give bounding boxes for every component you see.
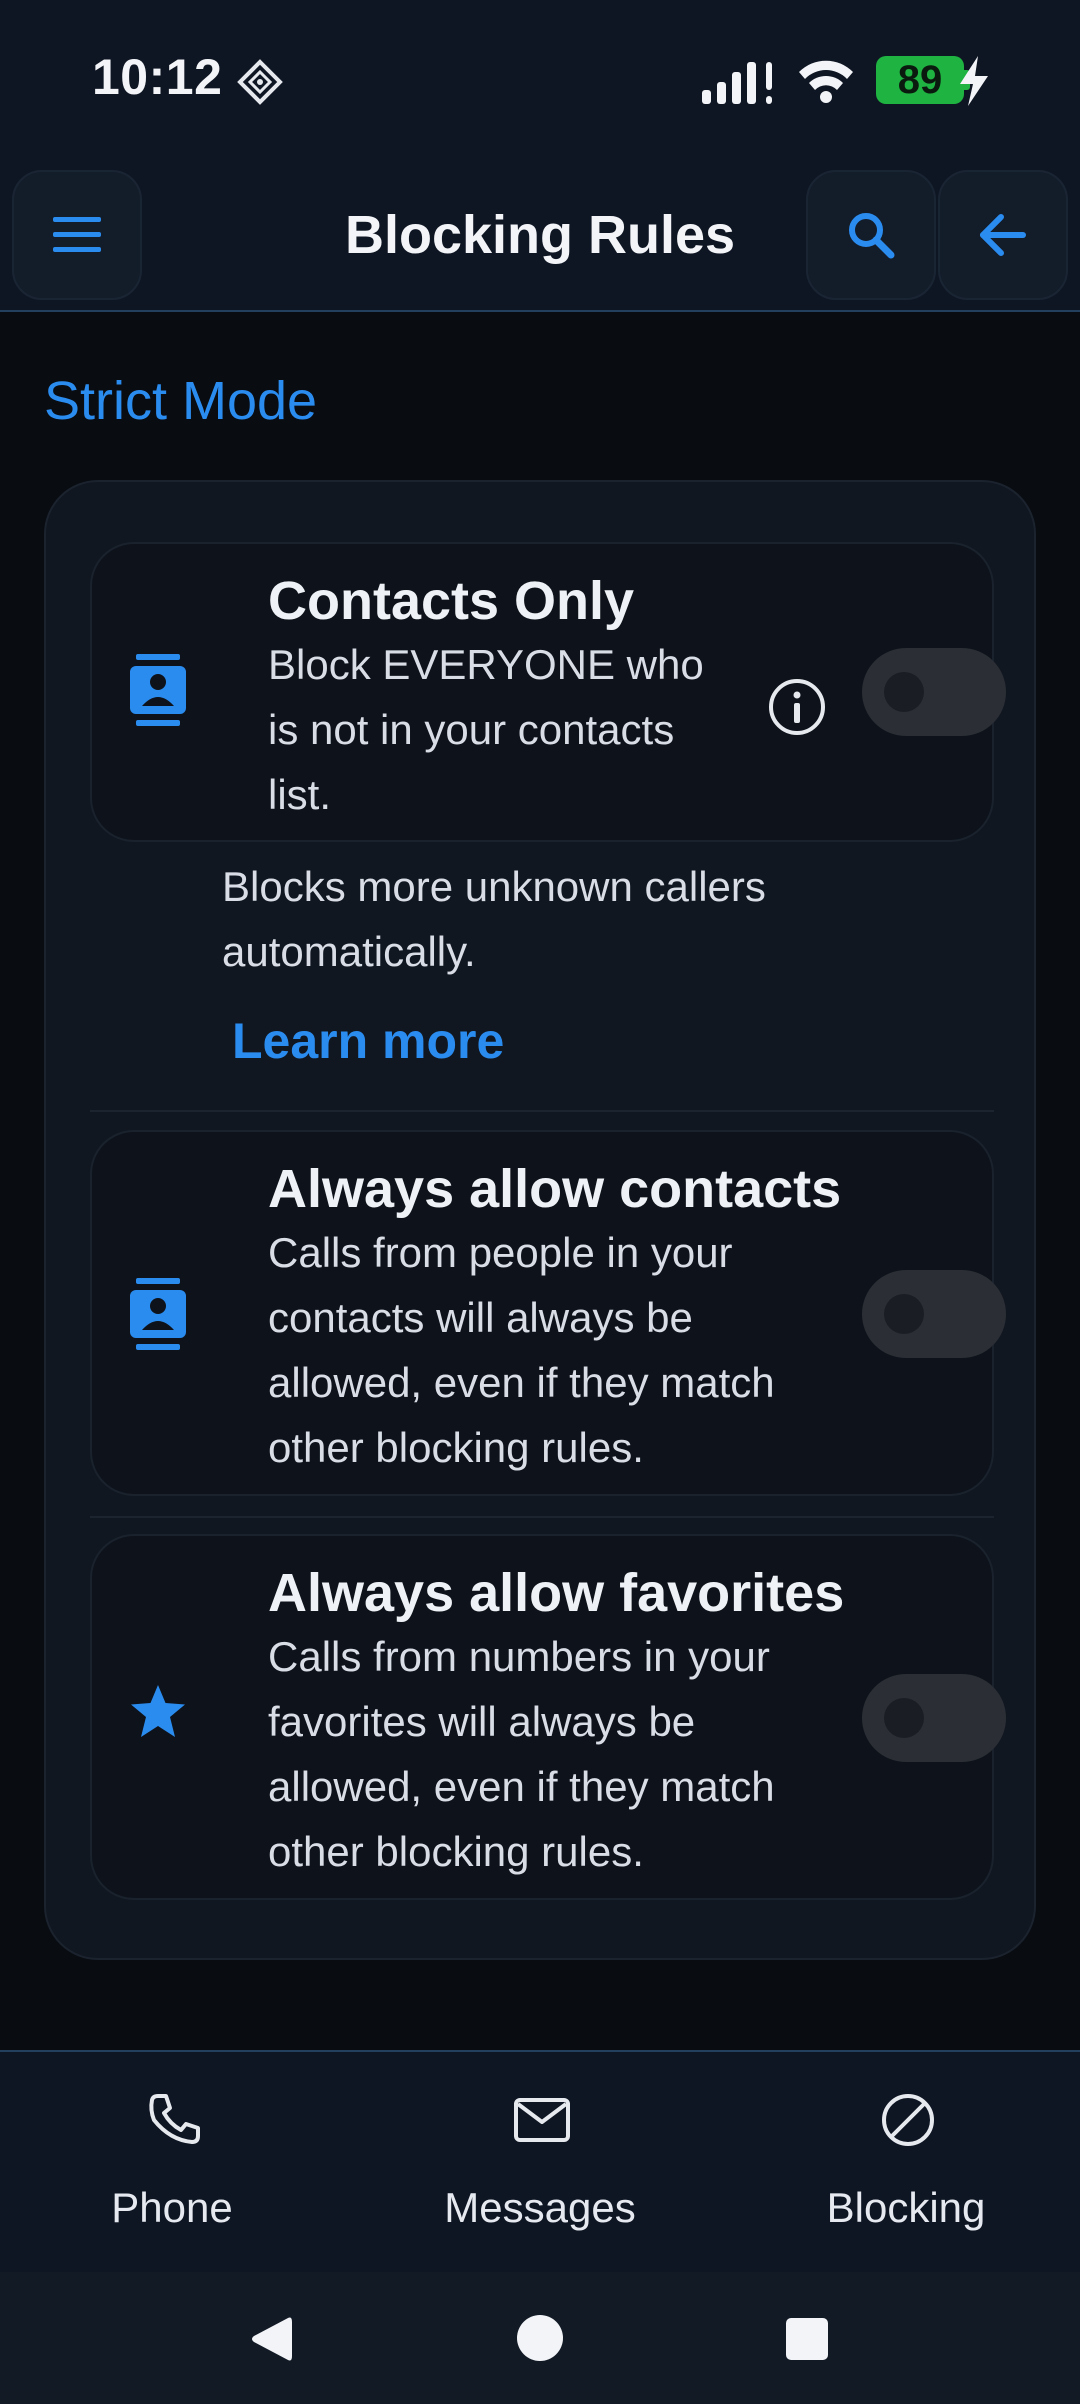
system-navigation-bar bbox=[0, 2272, 1080, 2404]
contacts-only-toggle[interactable] bbox=[862, 648, 1006, 736]
contacts-only-extra: Blocks more unknown callers automaticall… bbox=[222, 863, 766, 975]
phone-icon bbox=[149, 2094, 200, 2144]
divider bbox=[90, 1516, 994, 1518]
rule-title: Always allow contacts bbox=[268, 1159, 842, 1219]
arrow-back-icon bbox=[980, 214, 1026, 256]
status-time: 10:12 bbox=[92, 49, 223, 105]
contact-card-icon bbox=[130, 654, 186, 726]
battery-indicator: 89 bbox=[876, 56, 964, 104]
recents-nav-icon[interactable] bbox=[786, 2318, 828, 2360]
nav-phone[interactable]: Phone bbox=[22, 2052, 322, 2274]
contact-card-icon bbox=[130, 1278, 186, 1350]
learn-more-link[interactable]: Learn more bbox=[232, 1012, 504, 1070]
rule-description: Calls from people in your contacts will … bbox=[268, 1229, 775, 1471]
charging-bolt-icon bbox=[960, 56, 988, 106]
rule-title: Contacts Only bbox=[268, 571, 635, 631]
always-allow-favorites-toggle[interactable] bbox=[862, 1674, 1006, 1762]
star-icon bbox=[131, 1685, 185, 1737]
back-nav-icon[interactable] bbox=[248, 2314, 294, 2364]
screen: 10:12 89 Blocking Rules Strict Mode Cont… bbox=[0, 0, 1080, 2404]
toggle-knob bbox=[884, 1294, 924, 1334]
menu-button[interactable] bbox=[12, 170, 142, 300]
toggle-knob bbox=[884, 672, 924, 712]
wifi-icon bbox=[799, 60, 853, 103]
bottom-navigation: Phone Messages Blocking bbox=[0, 2050, 1080, 2272]
nav-label: Messages bbox=[444, 2184, 636, 2231]
rule-description: Block EVERYONE who is not in your contac… bbox=[268, 641, 704, 818]
always-allow-contacts-toggle[interactable] bbox=[862, 1270, 1006, 1358]
rule-description: Calls from numbers in your favorites wil… bbox=[268, 1633, 775, 1875]
nav-label: Blocking bbox=[826, 2184, 986, 2231]
always-allow-favorites-rule: Always allow favorites Calls from number… bbox=[90, 1534, 1006, 1900]
app-notification-icon bbox=[237, 59, 283, 105]
contacts-only-rule: Contacts Only Block EVERYONE who is not … bbox=[90, 542, 1006, 842]
rule-title: Always allow favorites bbox=[268, 1563, 845, 1623]
info-icon[interactable] bbox=[766, 676, 828, 738]
toggle-knob bbox=[884, 1698, 924, 1738]
mail-icon bbox=[514, 2098, 570, 2142]
top-app-bar: Blocking Rules bbox=[0, 160, 1080, 312]
block-icon bbox=[882, 2094, 934, 2146]
menu-icon bbox=[53, 217, 101, 252]
nav-messages[interactable]: Messages bbox=[390, 2052, 690, 2274]
back-button[interactable] bbox=[938, 170, 1068, 300]
section-title: Strict Mode bbox=[44, 371, 318, 431]
status-bar: 10:12 89 bbox=[0, 0, 1080, 160]
page-title: Blocking Rules bbox=[344, 205, 736, 265]
strict-mode-card: Contacts Only Block EVERYONE who is not … bbox=[44, 480, 1036, 1960]
nav-blocking[interactable]: Blocking bbox=[756, 2052, 1056, 2274]
divider bbox=[90, 1110, 994, 1112]
signal-icon bbox=[702, 62, 772, 104]
search-button[interactable] bbox=[806, 170, 936, 300]
nav-label: Phone bbox=[111, 2184, 233, 2231]
search-icon bbox=[849, 213, 895, 259]
home-nav-icon[interactable] bbox=[516, 2314, 564, 2362]
always-allow-contacts-rule: Always allow contacts Calls from people … bbox=[90, 1130, 1006, 1496]
